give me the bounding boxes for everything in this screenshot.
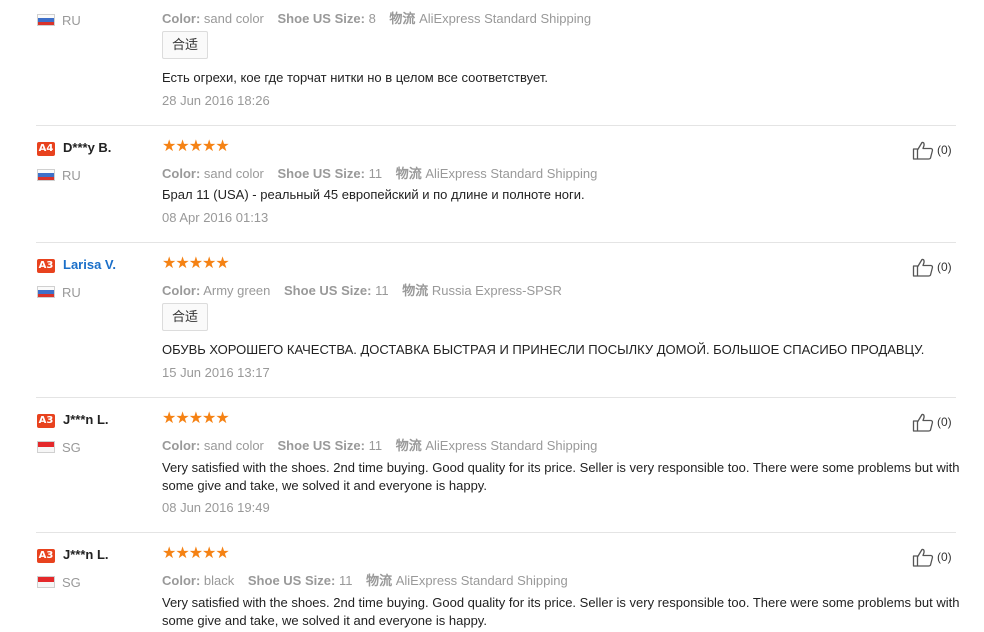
shipping-value: AliExpress Standard Shipping xyxy=(425,166,598,181)
star-rating: ★★★★★ xyxy=(162,545,230,562)
review-date: 28 Jun 2016 18:26 xyxy=(162,93,270,108)
order-info: Color: sand color Shoe US Size: 8 物流 Ali… xyxy=(162,8,591,27)
color-label: Color: xyxy=(162,438,201,453)
reviewer-name[interactable]: Larisa V. xyxy=(63,257,116,272)
star-rating: ★★★★★ xyxy=(162,138,230,155)
shipping-label: 物流 xyxy=(389,11,416,26)
reviewer-country: RU xyxy=(62,285,81,300)
size-label: Shoe US Size: xyxy=(284,283,372,298)
thumbs-up-icon xyxy=(912,258,934,277)
shipping-value: AliExpress Standard Shipping xyxy=(419,11,592,26)
star-rating: ★★★★★ xyxy=(162,410,230,427)
color-label: Color: xyxy=(162,11,201,26)
buyer-level-badge: A4 xyxy=(37,142,55,156)
color-label: Color: xyxy=(162,166,201,181)
reviewer-country: RU xyxy=(62,13,81,28)
flag-icon xyxy=(37,576,55,588)
size-value: 11 xyxy=(368,166,383,181)
order-info: Color: Army green Shoe US Size: 11 物流 Ru… xyxy=(162,280,562,299)
size-value: 11 xyxy=(338,573,353,588)
buyer-level-badge: A3 xyxy=(37,414,55,428)
color-value: sand color xyxy=(203,438,264,453)
flag-icon xyxy=(37,286,55,298)
reviewer-name: J***n L. xyxy=(63,547,109,562)
shipping-value: AliExpress Standard Shipping xyxy=(395,573,568,588)
color-label: Color: xyxy=(162,573,201,588)
thumbs-up-icon xyxy=(912,548,934,567)
size-value: 11 xyxy=(368,438,383,453)
helpful-count: (0) xyxy=(937,143,952,157)
review-tag: 合适 xyxy=(162,31,208,59)
divider xyxy=(36,397,956,398)
color-value: sand color xyxy=(203,11,264,26)
flag-icon xyxy=(37,169,55,181)
order-info: Color: sand color Shoe US Size: 11 物流 Al… xyxy=(162,163,597,182)
review-text: Very satisfied with the shoes. 2nd time … xyxy=(162,460,960,493)
review-tag: 合适 xyxy=(162,303,208,331)
order-info: Color: black Shoe US Size: 11 物流 AliExpr… xyxy=(162,570,568,589)
size-value: 11 xyxy=(375,283,389,298)
divider xyxy=(36,125,956,126)
reviewer-country: RU xyxy=(62,168,81,183)
review-text: Есть огрехи, кое где торчат нитки но в ц… xyxy=(162,70,548,85)
reviewer-name: D***y B. xyxy=(63,140,112,155)
color-value: Army green xyxy=(203,283,271,298)
thumbs-up-icon xyxy=(912,141,934,160)
helpful-button[interactable]: (0) xyxy=(912,412,952,432)
review-text: ОБУВЬ ХОРОШЕГО КАЧЕСТВА. ДОСТАВКА БЫСТРА… xyxy=(162,342,925,357)
color-value: black xyxy=(203,573,235,588)
helpful-count: (0) xyxy=(937,260,952,274)
star-rating: ★★★★★ xyxy=(162,255,230,272)
review-text: Very satisfied with the shoes. 2nd time … xyxy=(162,595,960,628)
reviewer-country: SG xyxy=(62,575,81,590)
shipping-label: 物流 xyxy=(395,166,422,181)
reviewer-name: J***n L. xyxy=(63,412,109,427)
color-value: sand color xyxy=(203,166,264,181)
order-info: Color: sand color Shoe US Size: 11 物流 Al… xyxy=(162,435,597,454)
reviewer-country: SG xyxy=(62,440,81,455)
shipping-label: 物流 xyxy=(402,283,429,298)
helpful-count: (0) xyxy=(937,415,952,429)
shipping-label: 物流 xyxy=(395,438,422,453)
shipping-value: AliExpress Standard Shipping xyxy=(425,438,598,453)
size-value: 8 xyxy=(368,11,376,26)
flag-icon xyxy=(37,14,55,26)
helpful-button[interactable]: (0) xyxy=(912,257,952,277)
helpful-button[interactable]: (0) xyxy=(912,140,952,160)
buyer-level-badge: A3 xyxy=(37,259,55,273)
size-label: Shoe US Size: xyxy=(247,573,336,588)
flag-icon xyxy=(37,441,55,453)
helpful-button[interactable]: (0) xyxy=(912,547,952,567)
shipping-label: 物流 xyxy=(366,573,393,588)
review-text: Брал 11 (USA) - реальный 45 европейский … xyxy=(162,187,585,202)
divider xyxy=(36,242,956,243)
buyer-level-badge: A3 xyxy=(37,549,55,563)
review-date: 15 Jun 2016 13:17 xyxy=(162,365,270,380)
shipping-value: Russia Express-SPSR xyxy=(431,283,562,298)
helpful-count: (0) xyxy=(937,550,952,564)
color-label: Color: xyxy=(162,283,201,298)
divider xyxy=(36,532,956,533)
thumbs-up-icon xyxy=(912,413,934,432)
review-date: 08 Apr 2016 01:13 xyxy=(162,210,269,225)
review-date: 08 Jun 2016 19:49 xyxy=(162,500,270,515)
size-label: Shoe US Size: xyxy=(277,438,365,453)
size-label: Shoe US Size: xyxy=(277,166,365,181)
size-label: Shoe US Size: xyxy=(277,11,365,26)
